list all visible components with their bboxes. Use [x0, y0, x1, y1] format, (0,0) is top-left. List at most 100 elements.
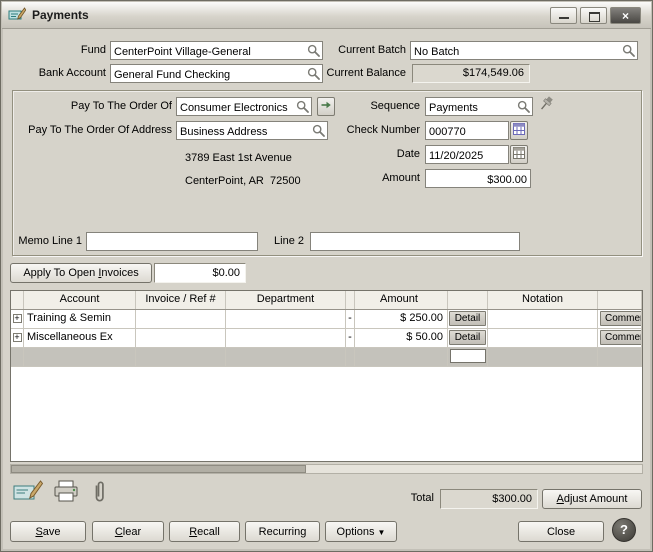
- open-payee-button[interactable]: [317, 97, 335, 116]
- adjust-amount-button[interactable]: Adjust Amount: [542, 489, 642, 509]
- pay-to-input[interactable]: [177, 100, 296, 117]
- row1-expand-button[interactable]: +: [13, 314, 22, 323]
- sequence-input[interactable]: [426, 100, 517, 117]
- write-check-icon: [13, 479, 43, 505]
- row1-account-cell[interactable]: Training & Semin: [24, 310, 136, 328]
- date-label: Date: [370, 145, 420, 164]
- bank-account-lookup-icon[interactable]: [307, 67, 321, 81]
- newrow-edit-cell[interactable]: [450, 349, 486, 363]
- print-check-button[interactable]: [12, 479, 44, 506]
- date-field[interactable]: [425, 145, 509, 164]
- bank-account-label: Bank Account: [10, 64, 106, 83]
- pay-to-field[interactable]: [176, 97, 312, 116]
- row2-expand-button[interactable]: +: [13, 333, 22, 342]
- grid-header-invoice: Invoice / Ref #: [136, 291, 226, 309]
- grid-header-department: Department: [226, 291, 346, 309]
- memo-line2-input[interactable]: [311, 235, 519, 252]
- newrow-amount-cell[interactable]: [355, 348, 448, 366]
- print-button[interactable]: [52, 480, 80, 506]
- row1-amount-cell[interactable]: $ 250.00: [355, 310, 448, 328]
- row1-detail-button[interactable]: Detail: [449, 311, 486, 326]
- memo-line1-field[interactable]: [86, 232, 258, 251]
- memo-line2-label: Line 2: [264, 232, 304, 251]
- close-button[interactable]: Close: [518, 521, 604, 542]
- attachment-button[interactable]: [90, 479, 108, 506]
- check-number-field[interactable]: [425, 121, 509, 140]
- bank-account-input[interactable]: [111, 67, 307, 84]
- amount-input[interactable]: [426, 172, 530, 189]
- pay-to-address-label: Pay To The Order Of Address: [14, 121, 172, 140]
- distribution-grid: Account Invoice / Ref # Department Amoun…: [10, 290, 643, 462]
- row2-comment-button[interactable]: Comment: [600, 330, 642, 345]
- fund-field[interactable]: [110, 41, 323, 60]
- newrow-department-cell[interactable]: [226, 348, 346, 366]
- grid-header: Account Invoice / Ref # Department Amoun…: [11, 291, 642, 310]
- bank-account-field[interactable]: [110, 64, 323, 83]
- grid-header-amount: Amount: [355, 291, 448, 309]
- row2-account-cell[interactable]: Miscellaneous Ex: [24, 329, 136, 347]
- options-button[interactable]: Options ▼: [325, 521, 397, 542]
- newrow-account-cell[interactable]: [24, 348, 136, 366]
- pay-to-address-input[interactable]: [177, 124, 312, 141]
- date-input[interactable]: [426, 148, 508, 165]
- grid-header-account: Account: [24, 291, 136, 309]
- row2-detail-button[interactable]: Detail: [449, 330, 486, 345]
- row1-invoice-cell[interactable]: [136, 310, 226, 328]
- row2-invoice-cell[interactable]: [136, 329, 226, 347]
- newrow-notation-cell[interactable]: [488, 348, 598, 366]
- recurring-button[interactable]: Recurring: [245, 521, 320, 542]
- pay-to-address-lookup-icon[interactable]: [312, 124, 326, 138]
- current-batch-lookup-icon[interactable]: [622, 44, 636, 58]
- close-window-button[interactable]: ×: [610, 7, 641, 24]
- row1-notation-cell[interactable]: [488, 310, 598, 328]
- newrow-invoice-cell[interactable]: [136, 348, 226, 366]
- memo-line1-label: Memo Line 1: [10, 232, 82, 251]
- number-grid-icon: [513, 123, 525, 135]
- date-picker-button[interactable]: [510, 145, 528, 164]
- current-batch-label: Current Batch: [326, 41, 406, 60]
- sequence-field[interactable]: [425, 97, 533, 116]
- fund-label: Fund: [10, 41, 106, 60]
- fund-input[interactable]: [111, 44, 307, 61]
- recall-button[interactable]: Recall: [169, 521, 240, 542]
- row2-notation-cell[interactable]: [488, 329, 598, 347]
- sequence-lookup-icon[interactable]: [517, 100, 531, 114]
- row1-department-cell[interactable]: [226, 310, 346, 328]
- pay-to-lookup-icon[interactable]: [296, 100, 310, 114]
- grid-horizontal-scrollbar[interactable]: [10, 464, 643, 474]
- save-button[interactable]: Save: [10, 521, 86, 542]
- row2-amount-cell[interactable]: $ 50.00: [355, 329, 448, 347]
- title-bar[interactable]: Payments ×: [2, 2, 651, 29]
- maximize-icon: [589, 12, 600, 22]
- clear-button[interactable]: Clear: [92, 521, 164, 542]
- check-number-sequence-button[interactable]: [510, 121, 528, 140]
- current-batch-field[interactable]: [410, 41, 638, 60]
- payments-window: Payments × Fund Current Batch Bank Accou…: [0, 0, 653, 552]
- grid-header-comment: [598, 291, 642, 309]
- memo-line1-input[interactable]: [87, 235, 257, 252]
- help-button[interactable]: ?: [612, 518, 636, 542]
- row2-department-cell[interactable]: [226, 329, 346, 347]
- calendar-icon: [513, 147, 525, 159]
- payee-address-line2: CenterPoint, AR 72500: [185, 173, 301, 189]
- fund-lookup-icon[interactable]: [307, 44, 321, 58]
- grid-row-new[interactable]: [11, 348, 642, 367]
- pin-sequence-icon[interactable]: [539, 95, 555, 113]
- amount-field[interactable]: [425, 169, 531, 188]
- minimize-button[interactable]: [550, 7, 577, 24]
- maximize-button[interactable]: [580, 7, 607, 24]
- grid-header-spacer: [346, 291, 355, 309]
- grid-row-2: + Miscellaneous Ex - $ 50.00 Detail Comm…: [11, 329, 642, 348]
- apply-to-open-invoices-button[interactable]: Apply To Open Invoices: [10, 263, 152, 283]
- pay-to-address-field[interactable]: [176, 121, 328, 140]
- current-balance-value: $174,549.06: [412, 64, 530, 83]
- current-balance-label: Current Balance: [322, 64, 406, 83]
- sequence-label: Sequence: [352, 97, 420, 116]
- check-number-input[interactable]: [426, 124, 508, 141]
- row1-comment-button[interactable]: Comment: [600, 311, 642, 326]
- grid-hscroll-thumb[interactable]: [11, 465, 306, 473]
- apply-amount-value: $0.00: [154, 263, 246, 283]
- current-batch-input[interactable]: [411, 44, 622, 61]
- memo-line2-field[interactable]: [310, 232, 520, 251]
- row1-dash-cell: -: [346, 310, 355, 328]
